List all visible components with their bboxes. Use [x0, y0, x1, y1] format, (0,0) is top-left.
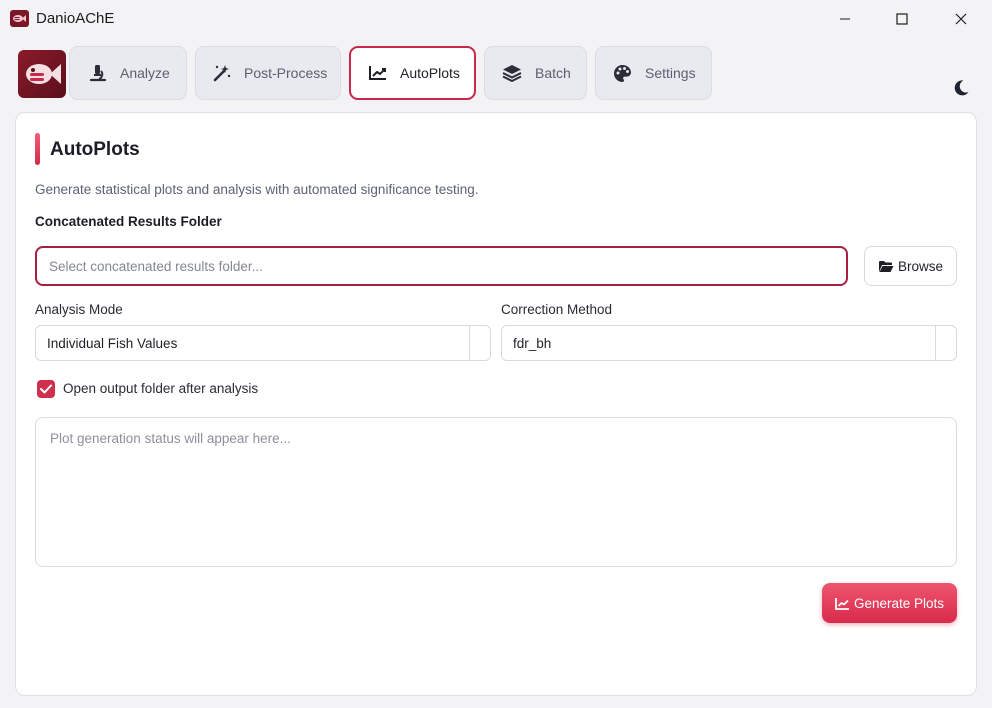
folder-open-icon	[878, 260, 894, 272]
browse-button[interactable]: Browse	[864, 246, 957, 286]
checkmark-icon	[40, 384, 52, 394]
select-divider	[935, 326, 936, 360]
generate-plots-label: Generate Plots	[853, 595, 945, 611]
status-output-box[interactable]: Plot generation status will appear here.…	[35, 417, 957, 567]
moon-icon	[954, 80, 969, 96]
status-placeholder: Plot generation status will appear here.…	[50, 431, 291, 446]
correction-method-value: fdr_bh	[513, 335, 552, 351]
theme-toggle-button[interactable]	[952, 79, 970, 97]
chart-line-icon	[369, 66, 386, 80]
title-bar: DanioAChE	[0, 0, 992, 38]
open-output-checkbox[interactable]	[37, 380, 55, 398]
folder-label: Concatenated Results Folder	[35, 214, 222, 229]
open-output-label[interactable]: Open output folder after analysis	[63, 381, 258, 396]
palette-icon	[614, 64, 631, 82]
tab-post-process-label: Post-Process	[244, 65, 328, 81]
tab-settings-label: Settings	[645, 65, 696, 81]
tab-autoplots[interactable]: AutoPlots	[349, 46, 476, 100]
app-logo	[18, 50, 66, 98]
layers-icon	[502, 65, 522, 82]
tab-analyze[interactable]: Analyze	[69, 46, 187, 100]
tab-post-process[interactable]: Post-Process	[195, 46, 341, 100]
page-description: Generate statistical plots and analysis …	[35, 182, 479, 197]
tab-batch-label: Batch	[535, 65, 571, 81]
page-title: AutoPlots	[50, 139, 140, 160]
tab-settings[interactable]: Settings	[595, 46, 712, 100]
close-icon	[955, 13, 967, 25]
microscope-icon	[89, 65, 107, 82]
generate-plots-button[interactable]: Generate Plots	[822, 583, 957, 623]
close-button[interactable]	[932, 0, 990, 38]
magic-wand-icon	[213, 65, 231, 82]
maximize-icon	[896, 13, 908, 25]
correction-method-label: Correction Method	[501, 302, 613, 317]
app-icon	[10, 10, 29, 27]
analysis-mode-select[interactable]: Individual Fish Values	[35, 325, 491, 361]
tab-autoplots-label: AutoPlots	[400, 65, 460, 81]
fish-logo-icon	[26, 64, 61, 84]
maximize-button[interactable]	[873, 0, 931, 38]
title-accent-bar	[35, 133, 40, 165]
folder-input[interactable]	[35, 246, 848, 286]
chart-line-icon	[835, 597, 849, 610]
window-title: DanioAChE	[36, 10, 115, 27]
tab-batch[interactable]: Batch	[484, 46, 587, 100]
minimize-button[interactable]	[816, 0, 874, 38]
correction-method-select[interactable]: fdr_bh	[501, 325, 957, 361]
browse-label: Browse	[897, 258, 943, 274]
analysis-mode-label: Analysis Mode	[35, 302, 123, 317]
select-divider	[469, 326, 470, 360]
tab-analyze-label: Analyze	[120, 65, 170, 81]
analysis-mode-value: Individual Fish Values	[47, 335, 178, 351]
minimize-icon	[840, 18, 850, 20]
